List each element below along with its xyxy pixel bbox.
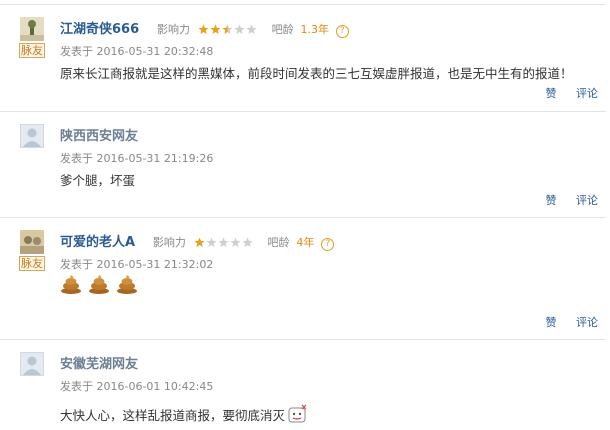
reply-button[interactable]: 评论: [576, 194, 598, 207]
username: 陕西西安网友: [60, 129, 139, 144]
comment-actions: 赞 评论: [530, 314, 599, 330]
age-label: 吧龄: [271, 23, 294, 36]
influence-label: 影响力: [156, 23, 190, 36]
post-time: 发表于 2016-05-31 20:32:48: [60, 45, 214, 58]
star-icon: [218, 237, 229, 247]
user-avatar[interactable]: [20, 230, 44, 254]
comment-item: 脉友 可爱的老人A 影响力 吧龄 4年 ? 发表于 2016-05-31 21:…: [0, 218, 606, 340]
comment-item: 脉友 江湖奇侠666 影响力 吧龄 1.3年 ? 发表于 2016-05-31 …: [0, 4, 606, 112]
member-badge: 脉友: [19, 43, 45, 58]
like-button[interactable]: 赞: [546, 316, 557, 329]
influence-stars: [194, 235, 254, 253]
age-label: 吧龄: [267, 236, 290, 249]
star-icon: [194, 237, 205, 247]
poop-emoji-group: [60, 274, 140, 297]
default-avatar[interactable]: [20, 352, 44, 376]
comment-item: 安徽芜湖网友 发表于 2016-06-01 10:42:45 大快人心，这样乱报…: [0, 340, 606, 430]
comment-item: 陕西西安网友 发表于 2016-05-31 21:19:26 爹个腿，坏蛋 赞 …: [0, 112, 606, 218]
member-badge: 脉友: [19, 256, 45, 271]
post-time: 发表于 2016-05-31 21:32:02: [60, 258, 214, 271]
post-time: 发表于 2016-05-31 21:19:26: [60, 152, 214, 165]
post-time: 发表于 2016-06-01 10:42:45: [60, 380, 214, 393]
like-button[interactable]: 赞: [546, 194, 557, 207]
star-icon: [222, 24, 233, 34]
star-icon: [234, 24, 245, 34]
age-value: 4年: [296, 236, 315, 249]
star-icon: [246, 24, 257, 34]
influence-label: 影响力: [152, 236, 186, 249]
poop-emoji-icon: [116, 275, 137, 294]
influence-stars: [198, 22, 258, 40]
star-icon: [242, 237, 253, 247]
age-value: 1.3年: [300, 23, 329, 36]
comment-actions: 赞 评论: [530, 85, 599, 101]
comment-text: 大快人心，这样乱报道商报，要彻底消灭: [60, 404, 309, 429]
star-icon: [198, 24, 209, 34]
star-icon: [230, 237, 241, 247]
poop-emoji-icon: [61, 275, 81, 294]
username: 安徽芜湖网友: [60, 357, 139, 372]
help-icon[interactable]: ?: [335, 25, 349, 38]
help-icon[interactable]: ?: [321, 238, 335, 251]
default-avatar[interactable]: [20, 124, 44, 148]
poop-emoji-icon: [88, 275, 109, 294]
username-link[interactable]: 江湖奇侠666: [60, 22, 139, 37]
star-icon: [210, 24, 221, 34]
emoji-icon: [287, 404, 309, 429]
reply-button[interactable]: 评论: [576, 87, 598, 100]
comment-actions: 赞 评论: [530, 192, 599, 208]
comment-text: 原来长江商报就是这样的黑媒体，前段时间发表的三七互娱虚胖报道，也是无中生有的报道…: [60, 66, 573, 81]
comment-text: 爹个腿，坏蛋: [60, 173, 136, 188]
user-avatar[interactable]: [20, 17, 44, 41]
username-link[interactable]: 可爱的老人A: [60, 235, 135, 250]
reply-button[interactable]: 评论: [576, 316, 598, 329]
like-button[interactable]: 赞: [546, 87, 557, 100]
star-icon: [206, 237, 217, 247]
